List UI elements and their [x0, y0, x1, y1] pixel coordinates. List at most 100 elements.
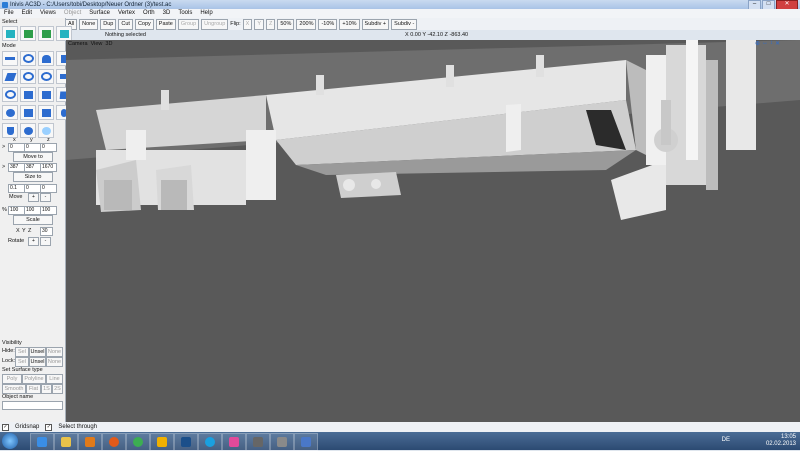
menu-vertex[interactable]: Vertex — [114, 9, 139, 18]
gridsnap-checkbox[interactable]: ✓ — [2, 423, 9, 431]
media-player-icon[interactable] — [78, 433, 102, 451]
rotate-z-toggle[interactable]: Z — [28, 228, 31, 234]
zoom-50-button[interactable]: 50% — [277, 18, 295, 30]
move-plus-button[interactable]: + — [28, 193, 39, 202]
zoom-minus-10-button[interactable]: -10% — [318, 18, 338, 30]
hide-sel-button[interactable]: Sel — [15, 347, 29, 357]
prism-tool-icon[interactable] — [38, 105, 54, 120]
viewport-view-menu[interactable]: View — [91, 40, 103, 48]
light-tool-icon[interactable] — [38, 123, 54, 138]
surface-2s-button[interactable]: 2S — [52, 384, 63, 394]
menu-help[interactable]: Help — [196, 9, 216, 18]
start-button-icon[interactable] — [2, 433, 18, 449]
duplicate-button[interactable]: Dup — [100, 18, 117, 30]
move-to-button[interactable]: Move to — [13, 152, 53, 162]
box-tool-icon[interactable] — [38, 87, 54, 102]
hide-none-button[interactable]: None — [46, 347, 63, 357]
app-fx-icon[interactable] — [150, 433, 174, 451]
circle-tool-icon[interactable] — [2, 87, 18, 102]
pan-horizontal-icon[interactable]: ↔ — [762, 40, 768, 47]
extrude-tool-icon[interactable] — [38, 51, 54, 66]
surface-flat-button[interactable]: Flat — [26, 384, 41, 394]
move-tool-icon[interactable] — [2, 51, 18, 66]
app-doc-icon[interactable] — [294, 433, 318, 451]
lock-unsel-button[interactable]: Unsel — [29, 357, 46, 367]
subdiv-minus-button[interactable]: Subdiv - — [391, 18, 418, 30]
skype-icon[interactable] — [198, 433, 222, 451]
menu-object[interactable]: Object — [60, 9, 85, 18]
cube-tool-icon[interactable] — [20, 105, 36, 120]
disk-tool-icon[interactable] — [2, 105, 18, 120]
rotate-angle-field[interactable]: 30 — [40, 227, 53, 236]
select-through-checkbox[interactable]: ✓ — [45, 423, 53, 431]
zoom-plus-10-button[interactable]: +10% — [339, 18, 360, 30]
nudge-z-field[interactable]: 0 — [40, 184, 57, 193]
size-y-field[interactable]: 387 — [24, 163, 41, 172]
scale-button[interactable]: Scale — [13, 215, 53, 225]
scale-y-field[interactable]: 100 — [24, 206, 41, 215]
polygon-tool-icon[interactable] — [2, 69, 18, 84]
app-x-icon[interactable] — [246, 433, 270, 451]
rectangle-tool-icon[interactable] — [20, 87, 36, 102]
select-surface-icon[interactable] — [38, 26, 54, 41]
scale-z-field[interactable]: 100 — [40, 206, 57, 215]
nudge-y-field[interactable]: 0 — [24, 184, 41, 193]
group-button[interactable]: Group — [177, 18, 200, 30]
close-view-icon[interactable]: ✕ — [775, 40, 780, 47]
language-indicator[interactable]: DE — [722, 437, 730, 443]
lathe-tool-icon[interactable] — [20, 69, 36, 84]
ie-icon[interactable] — [30, 433, 54, 451]
pan-vertical-icon[interactable]: ↕ — [770, 40, 773, 47]
surface-polyline-button[interactable]: Polyline — [22, 374, 46, 384]
rotate-y-toggle[interactable]: Y — [22, 228, 26, 234]
rotate-minus-button[interactable]: - — [40, 237, 51, 246]
paste-button[interactable]: Paste — [155, 18, 176, 30]
surface-line-button[interactable]: Line — [46, 374, 63, 384]
menu-file[interactable]: File — [0, 9, 18, 18]
rotate-x-toggle[interactable]: X — [16, 228, 20, 234]
select-vertex-icon[interactable] — [56, 26, 72, 41]
surface-smooth-button[interactable]: Smooth — [2, 384, 26, 394]
rotate-tool-icon[interactable] — [20, 51, 36, 66]
surface-1s-button[interactable]: 1S — [41, 384, 52, 394]
move-z-field[interactable]: 0 — [40, 143, 57, 152]
surface-poly-button[interactable]: Poly — [2, 374, 22, 384]
select-object-icon[interactable] — [20, 26, 36, 41]
tube-tool-icon[interactable] — [2, 123, 18, 138]
subdiv-plus-button[interactable]: Subdiv + — [361, 18, 390, 30]
app-ps-icon[interactable] — [174, 433, 198, 451]
chrome-icon[interactable] — [126, 433, 150, 451]
sphere-tool-icon[interactable] — [20, 123, 36, 138]
zoom-200-button[interactable]: 200% — [296, 18, 317, 30]
menu-3d[interactable]: 3D — [159, 9, 175, 18]
menu-tools[interactable]: Tools — [174, 9, 196, 18]
menu-surface[interactable]: Surface — [85, 9, 114, 18]
ac3d-icon[interactable] — [270, 433, 294, 451]
select-none-button[interactable]: None — [79, 18, 99, 30]
move-x-field[interactable]: 0 — [8, 143, 25, 152]
rotate-plus-button[interactable]: + — [28, 237, 39, 246]
viewport-3d-menu[interactable]: 3D — [105, 40, 112, 48]
flip-z-button[interactable]: Z — [266, 18, 276, 30]
menu-orth[interactable]: Orth — [139, 9, 159, 18]
menu-views[interactable]: Views — [36, 9, 60, 18]
select-group-icon[interactable] — [2, 26, 18, 41]
menu-edit[interactable]: Edit — [18, 9, 36, 18]
ungroup-button[interactable]: Ungroup — [201, 18, 229, 30]
lock-sel-button[interactable]: Sel — [15, 357, 29, 367]
copy-button[interactable]: Copy — [134, 18, 154, 30]
scale-x-field[interactable]: 100 — [8, 206, 25, 215]
move-minus-button[interactable]: - — [40, 193, 51, 202]
3d-viewport[interactable] — [66, 40, 800, 422]
system-clock[interactable]: 13:05 02.02.2013 — [766, 434, 796, 448]
firefox-icon[interactable] — [102, 433, 126, 451]
explorer-icon[interactable] — [54, 433, 78, 451]
hide-unsel-button[interactable]: Unsel — [29, 347, 46, 357]
flip-x-button[interactable]: X — [242, 18, 253, 30]
lock-none-button[interactable]: None — [46, 357, 63, 367]
spline-tool-icon[interactable] — [38, 69, 54, 84]
nudge-x-field[interactable]: 0.1 — [8, 184, 25, 193]
object-name-field[interactable] — [2, 401, 63, 410]
viewport-camera-menu[interactable]: Camera — [68, 40, 88, 48]
flip-y-button[interactable]: Y — [254, 18, 264, 30]
